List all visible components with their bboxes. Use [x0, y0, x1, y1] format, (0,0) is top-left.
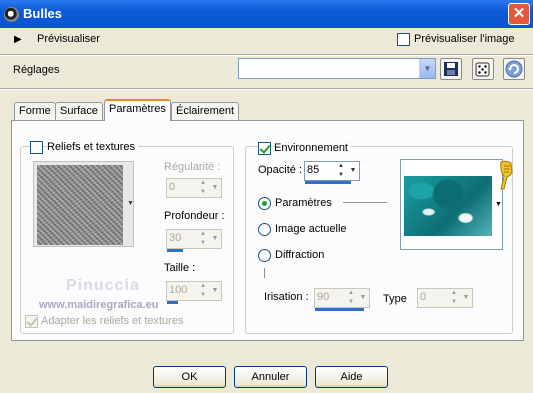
- divider: [0, 54, 533, 56]
- adapt-label[interactable]: Adapter les reliefs et textures: [41, 315, 183, 327]
- tab-surface[interactable]: Surface: [55, 102, 103, 120]
- dice-icon: [475, 62, 490, 77]
- spin-arrows-icon[interactable]: ▲ ▼: [197, 282, 209, 300]
- title-bar[interactable]: Bulles ✕: [0, 0, 533, 28]
- chevron-down-icon[interactable]: ▼: [347, 162, 359, 180]
- window-title: Bulles: [23, 6, 63, 21]
- divider: [0, 88, 533, 90]
- iridescence-level-bar: [315, 308, 364, 311]
- textures-label[interactable]: Reliefs et textures: [47, 141, 139, 153]
- chevron-down-icon[interactable]: ▼: [209, 282, 221, 300]
- adapt-checkbox[interactable]: [25, 315, 38, 328]
- watermark-url: www.maidiregrafica.eu: [39, 299, 159, 311]
- tab-eclairement[interactable]: Éclairement: [171, 102, 240, 120]
- environment-picker[interactable]: ▼: [400, 159, 503, 250]
- environment-label[interactable]: Environnement: [274, 142, 351, 154]
- chevron-down-icon[interactable]: ▼: [419, 59, 435, 78]
- opacity-spinner[interactable]: 85 ▲ ▼ ▼: [304, 161, 360, 184]
- cancel-button[interactable]: Annuler: [234, 366, 307, 388]
- size-value: 100: [169, 284, 188, 296]
- preview-image-checkbox[interactable]: [397, 33, 410, 46]
- presets-label: Réglages: [13, 64, 60, 76]
- chevron-down-icon[interactable]: ▼: [357, 289, 369, 307]
- type-spinner[interactable]: 0 ▲ ▼ ▼: [417, 288, 473, 308]
- save-preset-button[interactable]: [440, 58, 462, 80]
- tab-parametres[interactable]: Paramètres: [104, 99, 171, 121]
- size-level-bar: [167, 301, 178, 304]
- ok-button[interactable]: OK: [153, 366, 226, 388]
- environment-checkbox[interactable]: [258, 142, 271, 155]
- divider: [343, 202, 387, 203]
- texture-swatch: [37, 165, 123, 245]
- preview-image-label[interactable]: Prévisualiser l'image: [414, 33, 515, 45]
- spin-arrows-icon[interactable]: ▲ ▼: [448, 289, 460, 307]
- radio-parametres[interactable]: [258, 197, 271, 210]
- help-button[interactable]: Aide: [315, 366, 388, 388]
- opacity-level-bar: [305, 181, 351, 184]
- chevron-down-icon[interactable]: ▼: [495, 201, 502, 208]
- preview-label[interactable]: Prévisualiser: [37, 33, 100, 45]
- regularity-spinner[interactable]: 0 ▲ ▼ ▼: [166, 178, 222, 198]
- iridescence-label: Irisation :: [264, 291, 309, 303]
- save-icon: [444, 62, 458, 76]
- app-icon: [4, 7, 19, 22]
- spin-arrows-icon[interactable]: ▲ ▼: [197, 179, 209, 197]
- randomize-button[interactable]: [472, 58, 494, 80]
- size-label: Taille :: [164, 262, 196, 274]
- chevron-down-icon[interactable]: ▼: [460, 289, 472, 307]
- type-label: Type: [383, 293, 407, 305]
- depth-value: 30: [169, 232, 182, 244]
- opacity-value: 85: [307, 164, 320, 176]
- pointing-hand-icon: [500, 160, 513, 190]
- radio-diffraction-label[interactable]: Diffraction: [275, 249, 324, 261]
- tab-forme[interactable]: Forme: [14, 102, 56, 120]
- iridescence-value: 90: [317, 291, 330, 303]
- spin-arrows-icon[interactable]: ▲ ▼: [335, 162, 347, 180]
- iridescence-spinner[interactable]: 90 ▲ ▼ ▼: [314, 288, 370, 311]
- texture-picker[interactable]: ▼: [33, 161, 134, 247]
- environment-swatch: [404, 176, 492, 236]
- reset-icon: [505, 60, 523, 78]
- watermark-name: Pinuccia: [66, 277, 140, 294]
- preview-row: ▶ Prévisualiser Prévisualiser l'image: [0, 28, 533, 54]
- regularity-value: 0: [169, 181, 176, 193]
- chevron-down-icon[interactable]: ▼: [209, 179, 221, 197]
- divider: [264, 268, 265, 278]
- spin-arrows-icon[interactable]: ▲ ▼: [345, 289, 357, 307]
- spin-arrows-icon[interactable]: ▲ ▼: [197, 230, 209, 248]
- radio-image-actuelle[interactable]: [258, 223, 271, 236]
- chevron-down-icon[interactable]: ▼: [209, 230, 221, 248]
- radio-parametres-label[interactable]: Paramètres: [275, 197, 332, 209]
- opacity-label: Opacité :: [258, 164, 303, 176]
- regularity-label: Régularité :: [164, 161, 221, 173]
- depth-label: Profondeur :: [164, 210, 225, 222]
- type-value: 0: [420, 291, 427, 303]
- depth-spinner[interactable]: 30 ▲ ▼ ▼: [166, 229, 222, 252]
- reset-button[interactable]: [503, 58, 525, 80]
- radio-image-actuelle-label[interactable]: Image actuelle: [275, 223, 347, 235]
- expand-arrow-icon[interactable]: ▶: [14, 34, 22, 45]
- chevron-down-icon[interactable]: ▼: [127, 200, 134, 207]
- textures-checkbox[interactable]: [30, 141, 43, 154]
- dialog-window: Bulles ✕ ▶ Prévisualiser Prévisualiser l…: [0, 0, 533, 393]
- presets-dropdown[interactable]: ▼: [238, 58, 436, 79]
- size-spinner[interactable]: 100 ▲ ▼ ▼: [166, 281, 222, 304]
- depth-level-bar: [167, 249, 184, 252]
- close-button[interactable]: ✕: [508, 3, 530, 25]
- radio-diffraction[interactable]: [258, 249, 271, 262]
